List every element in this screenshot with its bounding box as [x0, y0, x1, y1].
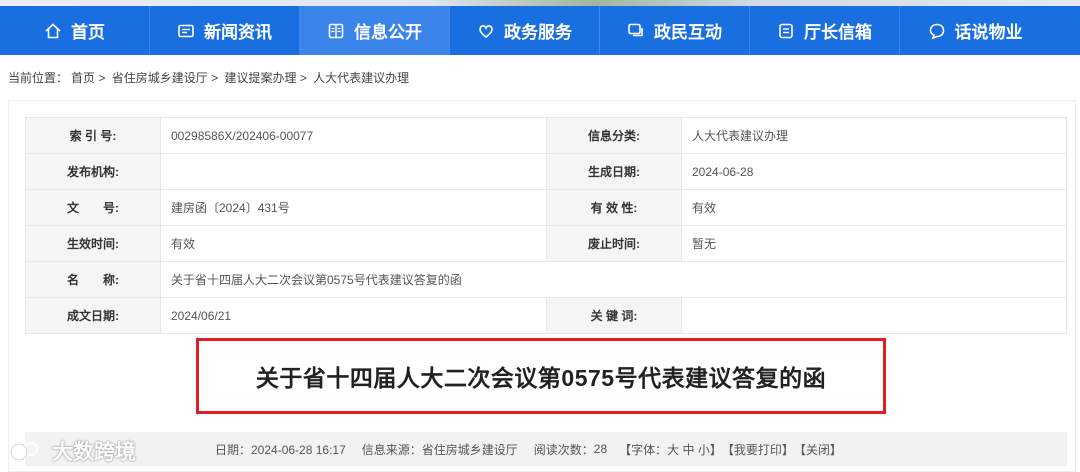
mailbox-icon: [777, 22, 795, 40]
index-label: 索 引 号:: [25, 117, 161, 154]
font-small-button[interactable]: 小: [698, 441, 710, 458]
font-size-prefix: 【字体：: [619, 442, 668, 457]
watermark-logo-icon: [9, 441, 39, 462]
breadcrumb-item-home[interactable]: 首页: [71, 71, 95, 85]
breadcrumb-item-department[interactable]: 省住房城乡建设厅: [112, 71, 208, 85]
speech-icon: [928, 22, 946, 40]
nav-item-home[interactable]: 首页: [0, 6, 150, 55]
nav-item-gov-service[interactable]: 政务服务: [450, 6, 600, 55]
document-number-label: 文 号:: [25, 189, 161, 226]
name-value: 关于省十四届人大二次会议第0575号代表建议答复的函: [160, 261, 1067, 298]
breadcrumb: 当前位置： 首页 > 省住房城乡建设厅 > 建议提案办理 > 人大代表建议办理: [8, 69, 409, 86]
article-title-highlight: 关于省十四届人大二次会议第0575号代表建议答复的函: [196, 338, 886, 414]
nav-item-label: 厅长信箱: [804, 23, 872, 42]
nav-item-mailbox[interactable]: 厅长信箱: [750, 6, 900, 55]
font-large-button[interactable]: 大: [667, 441, 679, 458]
font-size-suffix: 】: [709, 442, 722, 457]
nav-item-label: 政民互动: [654, 23, 722, 42]
written-date-value: 2024/06/21: [160, 297, 547, 334]
breadcrumb-item-proposals[interactable]: 建议提案办理: [224, 71, 296, 85]
nav-item-label: 信息公开: [354, 23, 422, 42]
nav-item-label: 话说物业: [954, 23, 1023, 42]
publish-date: 日期：2024-06-28 16:17: [215, 442, 346, 457]
name-label: 名 称:: [25, 261, 161, 298]
document-icon: [327, 22, 345, 40]
document-number-value: 建房函〔2024〕431号: [160, 189, 547, 226]
keywords-value: [681, 297, 1067, 334]
category-label: 信息分类:: [546, 117, 682, 154]
nav-item-property-talk[interactable]: 话说物业: [900, 6, 1050, 55]
print-button[interactable]: 【我要打印】: [722, 441, 794, 458]
effective-time-label: 生效时间:: [25, 225, 161, 262]
expire-time-label: 废止时间:: [546, 225, 682, 262]
nav-item-label: 首页: [71, 23, 105, 42]
home-icon: [44, 22, 62, 40]
breadcrumb-separator: >: [299, 71, 307, 85]
breadcrumb-prefix: 当前位置：: [8, 71, 69, 85]
chat-icon: [627, 22, 645, 40]
table-row: 生效时间: 有效 废止时间: 暂无: [25, 225, 1067, 262]
info-source: 信息来源：省住房城乡建设厅: [361, 442, 518, 457]
effective-time-value: 有效: [160, 225, 547, 262]
table-row: 索 引 号: 00298586X/202406-00077 信息分类: 人大代表…: [25, 117, 1067, 154]
category-value: 人大代表建议办理: [681, 117, 1067, 154]
nav-item-interaction[interactable]: 政民互动: [600, 6, 750, 55]
validity-label: 有 效 性:: [546, 189, 682, 226]
service-icon: [477, 22, 495, 40]
nav-item-label: 新闻资讯: [204, 23, 272, 42]
views-label: 阅读次数：: [533, 442, 594, 457]
metadata-table: 索 引 号: 00298586X/202406-00077 信息分类: 人大代表…: [25, 117, 1067, 334]
view-count: 28: [593, 442, 608, 456]
breadcrumb-item-deputy-suggestions[interactable]: 人大代表建议办理: [313, 71, 409, 85]
article-info-bar: 日期：2024-06-28 16:17 信息来源：省住房城乡建设厅 阅读次数： 2…: [25, 432, 1067, 466]
index-value: 00298586X/202406-00077: [160, 117, 547, 154]
article-title: 关于省十四届人大二次会议第0575号代表建议答复的函: [255, 365, 827, 391]
created-date-value: 2024-06-28: [681, 153, 1067, 190]
nav-item-label: 政务服务: [504, 23, 572, 42]
watermark: 大数跨境: [6, 436, 136, 466]
created-date-label: 生成日期:: [546, 153, 682, 190]
table-row: 成文日期: 2024/06/21 关 键 词:: [25, 297, 1067, 334]
font-medium-button[interactable]: 中: [683, 441, 695, 458]
publisher-value: [160, 153, 547, 190]
watermark-text: 大数跨境: [52, 441, 136, 464]
nav-item-info-disclosure[interactable]: 信息公开: [300, 6, 450, 55]
top-navigation: 首页 新闻资讯 信息公开 政务服务 政民互动 厅长信箱 话说物业: [0, 0, 1080, 55]
keywords-label: 关 键 词:: [546, 297, 682, 334]
table-row: 文 号: 建房函〔2024〕431号 有 效 性: 有效: [25, 189, 1067, 226]
close-button[interactable]: 【关闭】: [794, 441, 842, 458]
written-date-label: 成文日期:: [25, 297, 161, 334]
nav-item-news[interactable]: 新闻资讯: [150, 6, 300, 55]
breadcrumb-separator: >: [211, 71, 219, 85]
table-row: 名 称: 关于省十四届人大二次会议第0575号代表建议答复的函: [25, 261, 1067, 298]
validity-value: 有效: [681, 189, 1067, 226]
expire-time-value: 暂无: [681, 225, 1067, 262]
news-icon: [177, 22, 195, 40]
breadcrumb-separator: >: [98, 71, 106, 85]
publisher-label: 发布机构:: [25, 153, 161, 190]
table-row: 发布机构: 生成日期: 2024-06-28: [25, 153, 1067, 190]
